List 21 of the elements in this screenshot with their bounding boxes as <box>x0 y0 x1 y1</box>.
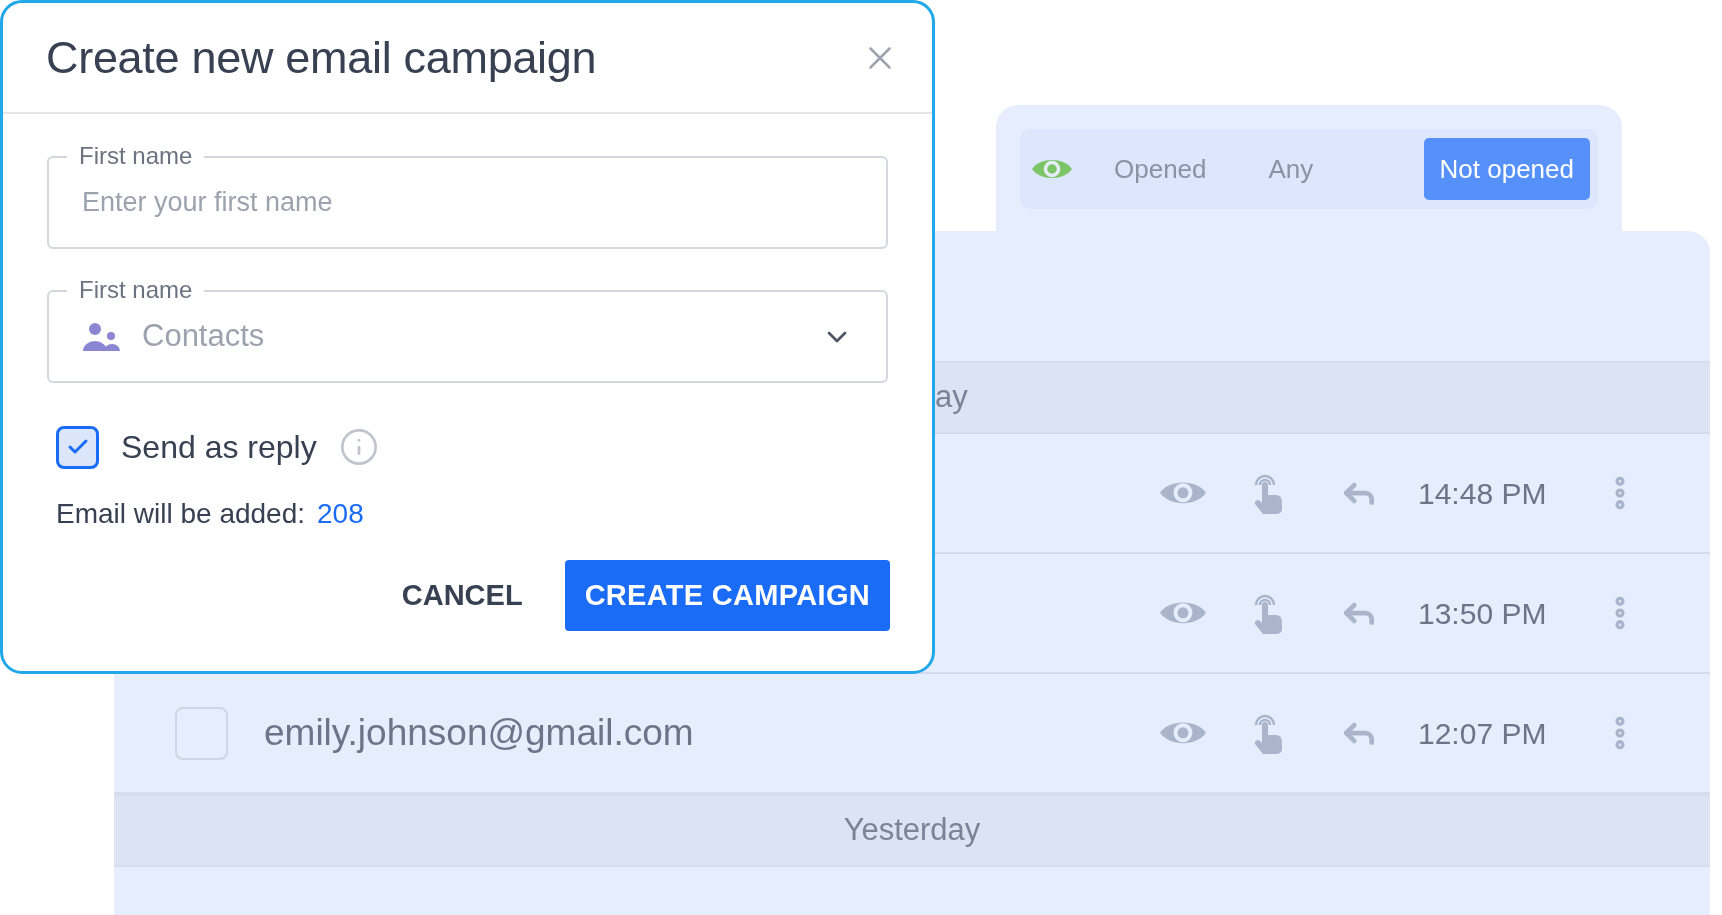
row-time: 13:50 PM <box>1418 595 1548 632</box>
info-icon[interactable] <box>338 427 379 467</box>
filter-option[interactable]: Not opened <box>1423 138 1590 200</box>
group-heading: Yesterday <box>843 811 981 850</box>
group-heading: ay <box>935 378 968 417</box>
filter-option[interactable]: Opened <box>1094 138 1227 200</box>
users-icon <box>82 321 120 352</box>
count-label: Email will be added: <box>56 497 306 531</box>
count-value: 208 <box>317 497 364 531</box>
row-checkbox[interactable] <box>175 706 228 760</box>
email-address: emily.johnson@gmail.com <box>264 712 694 754</box>
checkbox-label: Send as reply <box>121 428 317 467</box>
filter-option[interactable]: Any <box>1248 138 1334 200</box>
cancel-button[interactable]: CANCEL <box>391 560 533 631</box>
select-value: Contacts <box>142 317 266 356</box>
dialog-title: Create new email campaign <box>46 30 597 85</box>
row-time: 12:07 PM <box>1418 715 1548 752</box>
eye-icon <box>1032 157 1072 181</box>
create-campaign-button[interactable]: CREATE CAMPAIGN <box>564 560 890 631</box>
row-time: 14:48 PM <box>1418 475 1548 512</box>
checkbox[interactable] <box>56 425 99 469</box>
